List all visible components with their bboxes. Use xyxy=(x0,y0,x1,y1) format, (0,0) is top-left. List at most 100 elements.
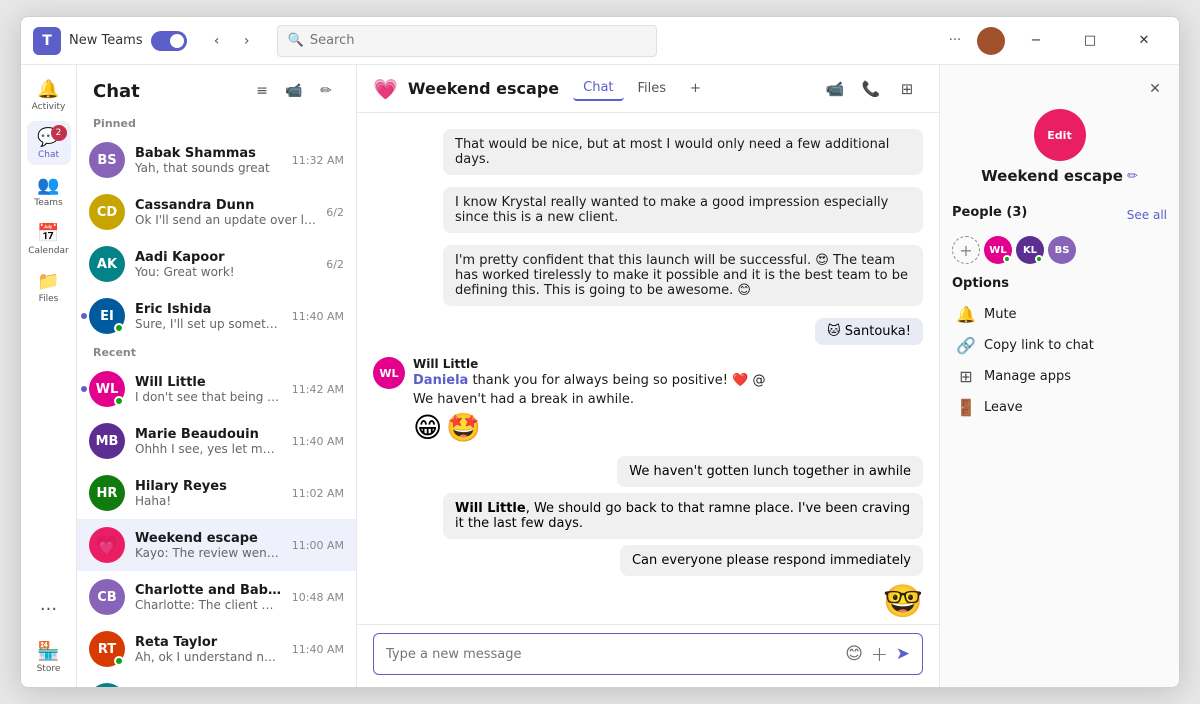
teams-label: Teams xyxy=(34,198,62,208)
avatar-cassandra: CD xyxy=(89,194,125,230)
close-button[interactable]: ✕ xyxy=(1121,25,1167,57)
rp-see-all[interactable]: See all xyxy=(1127,208,1167,222)
left-nav: 🔔 Activity 2 💬 Chat 👥 Teams 📅 Calendar 📁… xyxy=(21,65,77,687)
attach-button[interactable]: + xyxy=(871,642,888,666)
chat-time-will: 11:42 AM xyxy=(292,383,344,396)
new-teams-toggle[interactable] xyxy=(151,31,187,51)
rp-option-copy-link[interactable]: 🔗 Copy link to chat xyxy=(952,330,1167,361)
chat-name-cassandra: Cassandra Dunn xyxy=(135,198,316,213)
sidebar-item-more[interactable]: ··· xyxy=(27,587,71,631)
chat-header-name: Weekend escape xyxy=(408,79,559,98)
activity-icon: 🔔 xyxy=(37,79,59,100)
avatar-marie: MB xyxy=(89,423,125,459)
rp-people-header: People (3) See all xyxy=(952,201,1167,228)
message-row-santouka: 🐱 Santouka! xyxy=(373,318,923,345)
rp-add-person-button[interactable]: + xyxy=(952,236,980,264)
chat-time-reta: 11:40 AM xyxy=(292,643,344,656)
message-text-will: Daniela thank you for always being so po… xyxy=(413,373,923,388)
chat-item-eric[interactable]: EI Eric Ishida Sure, I'll set up somethi… xyxy=(77,290,356,342)
message-input[interactable] xyxy=(386,647,837,662)
sidebar-item-store[interactable]: 🏪 Store xyxy=(27,635,71,679)
rp-options-section: Options 🔔 Mute 🔗 Copy link to chat ⊞ Man… xyxy=(952,276,1167,423)
more-options-button[interactable]: ··· xyxy=(941,27,969,55)
chat-name-eric: Eric Ishida xyxy=(135,302,282,317)
chat-item-hilary[interactable]: HR Hilary Reyes Haha! 11:02 AM xyxy=(77,467,356,519)
minimize-button[interactable]: − xyxy=(1013,25,1059,57)
chat-name-hilary: Hilary Reyes xyxy=(135,479,282,494)
message-bubble-2: I know Krystal really wanted to make a g… xyxy=(443,187,923,233)
chat-info-aadi: Aadi Kapoor You: Great work! xyxy=(135,250,316,279)
chat-time-weekend: 11:00 AM xyxy=(292,539,344,552)
chat-info-cassandra: Cassandra Dunn Ok I'll send an update ov… xyxy=(135,198,316,227)
chat-preview-will: I don't see that being an issue, can tak… xyxy=(135,390,282,404)
filter-button[interactable]: ≡ xyxy=(248,77,276,105)
chat-meta-will: 11:42 AM xyxy=(292,383,344,396)
rp-header: ✕ xyxy=(952,77,1167,101)
chat-item-marie[interactable]: MB Marie Beaudouin Ohhh I see, yes let m… xyxy=(77,415,356,467)
forward-button[interactable]: › xyxy=(233,27,261,55)
manage-apps-label: Manage apps xyxy=(984,369,1071,384)
search-input[interactable] xyxy=(310,33,646,48)
maximize-button[interactable]: □ xyxy=(1067,25,1113,57)
chat-meta-babak: 11:32 AM xyxy=(292,154,344,167)
sidebar-item-teams[interactable]: 👥 Teams xyxy=(27,169,71,213)
avatar-aadi: AK xyxy=(89,246,125,282)
chat-info-joshua: Joshua VanBuren Thanks for reviewing! xyxy=(135,687,282,688)
calendar-icon: 📅 xyxy=(37,223,59,244)
mute-label: Mute xyxy=(984,307,1017,322)
user-avatar[interactable] xyxy=(977,27,1005,55)
message-group-right: We haven't gotten lunch together in awhi… xyxy=(373,456,923,620)
sidebar-item-activity[interactable]: 🔔 Activity xyxy=(27,73,71,117)
emoji-nerd: 🤓 xyxy=(883,582,923,620)
tab-add[interactable]: + xyxy=(680,77,711,100)
rp-people-label: People (3) xyxy=(952,205,1027,220)
video-call-button[interactable]: 📹 xyxy=(819,73,851,105)
audio-call-button[interactable]: 📞 xyxy=(855,73,887,105)
files-icon: 📁 xyxy=(37,271,59,292)
chat-item-charlotte[interactable]: CB Charlotte and Babak Charlotte: The cl… xyxy=(77,571,356,623)
chat-name-joshua: Joshua VanBuren xyxy=(135,687,282,688)
chat-list: Chat ≡ 📹 ✏ Pinned BS Babak Shammas Yah, … xyxy=(77,65,357,687)
search-icon: 🔍 xyxy=(288,33,304,48)
video-button[interactable]: 📹 xyxy=(280,77,308,105)
chat-time-eric: 11:40 AM xyxy=(292,310,344,323)
sidebar-item-chat[interactable]: 2 💬 Chat xyxy=(27,121,71,165)
mention-daniela: Daniela xyxy=(413,373,468,388)
store-icon: 🏪 xyxy=(37,641,59,662)
chat-item-reta[interactable]: RT Reta Taylor Ah, ok I understand now. … xyxy=(77,623,356,675)
send-button[interactable]: ➤ xyxy=(896,644,910,664)
chat-item-joshua[interactable]: JV Joshua VanBuren Thanks for reviewing!… xyxy=(77,675,356,687)
chat-meta-charlotte: 10:48 AM xyxy=(292,591,344,604)
avatar-eric: EI xyxy=(89,298,125,334)
rp-avatars: + WL KL BS xyxy=(952,236,1167,264)
message-row-will: WL Will Little Daniela thank you for alw… xyxy=(373,357,923,444)
new-chat-button[interactable]: ✏ xyxy=(312,77,340,105)
chat-item-will[interactable]: WL Will Little I don't see that being an… xyxy=(77,363,356,415)
message-input-box: 😊 + ➤ xyxy=(373,633,923,675)
chat-preview-charlotte: Charlotte: The client was pretty happy w… xyxy=(135,598,282,612)
avatar-hilary: HR xyxy=(89,475,125,511)
tab-files[interactable]: Files xyxy=(628,77,677,100)
avatar-reta: RT xyxy=(89,631,125,667)
chat-badge: 2 xyxy=(51,125,67,141)
chat-item-cassandra[interactable]: CD Cassandra Dunn Ok I'll send an update… xyxy=(77,186,356,238)
sidebar-item-files[interactable]: 📁 Files xyxy=(27,265,71,309)
rp-close-button[interactable]: ✕ xyxy=(1143,77,1167,101)
chat-preview-cassandra: Ok I'll send an update over later xyxy=(135,213,316,227)
screen-share-button[interactable]: ⊞ xyxy=(891,73,923,105)
rp-option-mute[interactable]: 🔔 Mute xyxy=(952,299,1167,330)
rp-option-leave[interactable]: 🚪 Leave xyxy=(952,392,1167,423)
chat-item-babak[interactable]: BS Babak Shammas Yah, that sounds great … xyxy=(77,134,356,186)
rp-option-manage-apps[interactable]: ⊞ Manage apps xyxy=(952,361,1167,392)
message-respond: Can everyone please respond immediately xyxy=(620,545,923,576)
sidebar-item-calendar[interactable]: 📅 Calendar xyxy=(27,217,71,261)
search-bar[interactable]: 🔍 xyxy=(277,25,657,57)
rp-person-3: BS xyxy=(1048,236,1076,264)
chat-item-aadi[interactable]: AK Aadi Kapoor You: Great work! 6/2 xyxy=(77,238,356,290)
chat-item-weekend[interactable]: 💗 Weekend escape Kayo: The review went r… xyxy=(77,519,356,571)
rp-edit-icon[interactable]: ✏ xyxy=(1127,169,1138,184)
emoji-button[interactable]: 😊 xyxy=(845,644,863,664)
tab-chat[interactable]: Chat xyxy=(573,76,623,101)
back-button[interactable]: ‹ xyxy=(203,27,231,55)
rp-group-name: Weekend escape xyxy=(981,167,1123,185)
